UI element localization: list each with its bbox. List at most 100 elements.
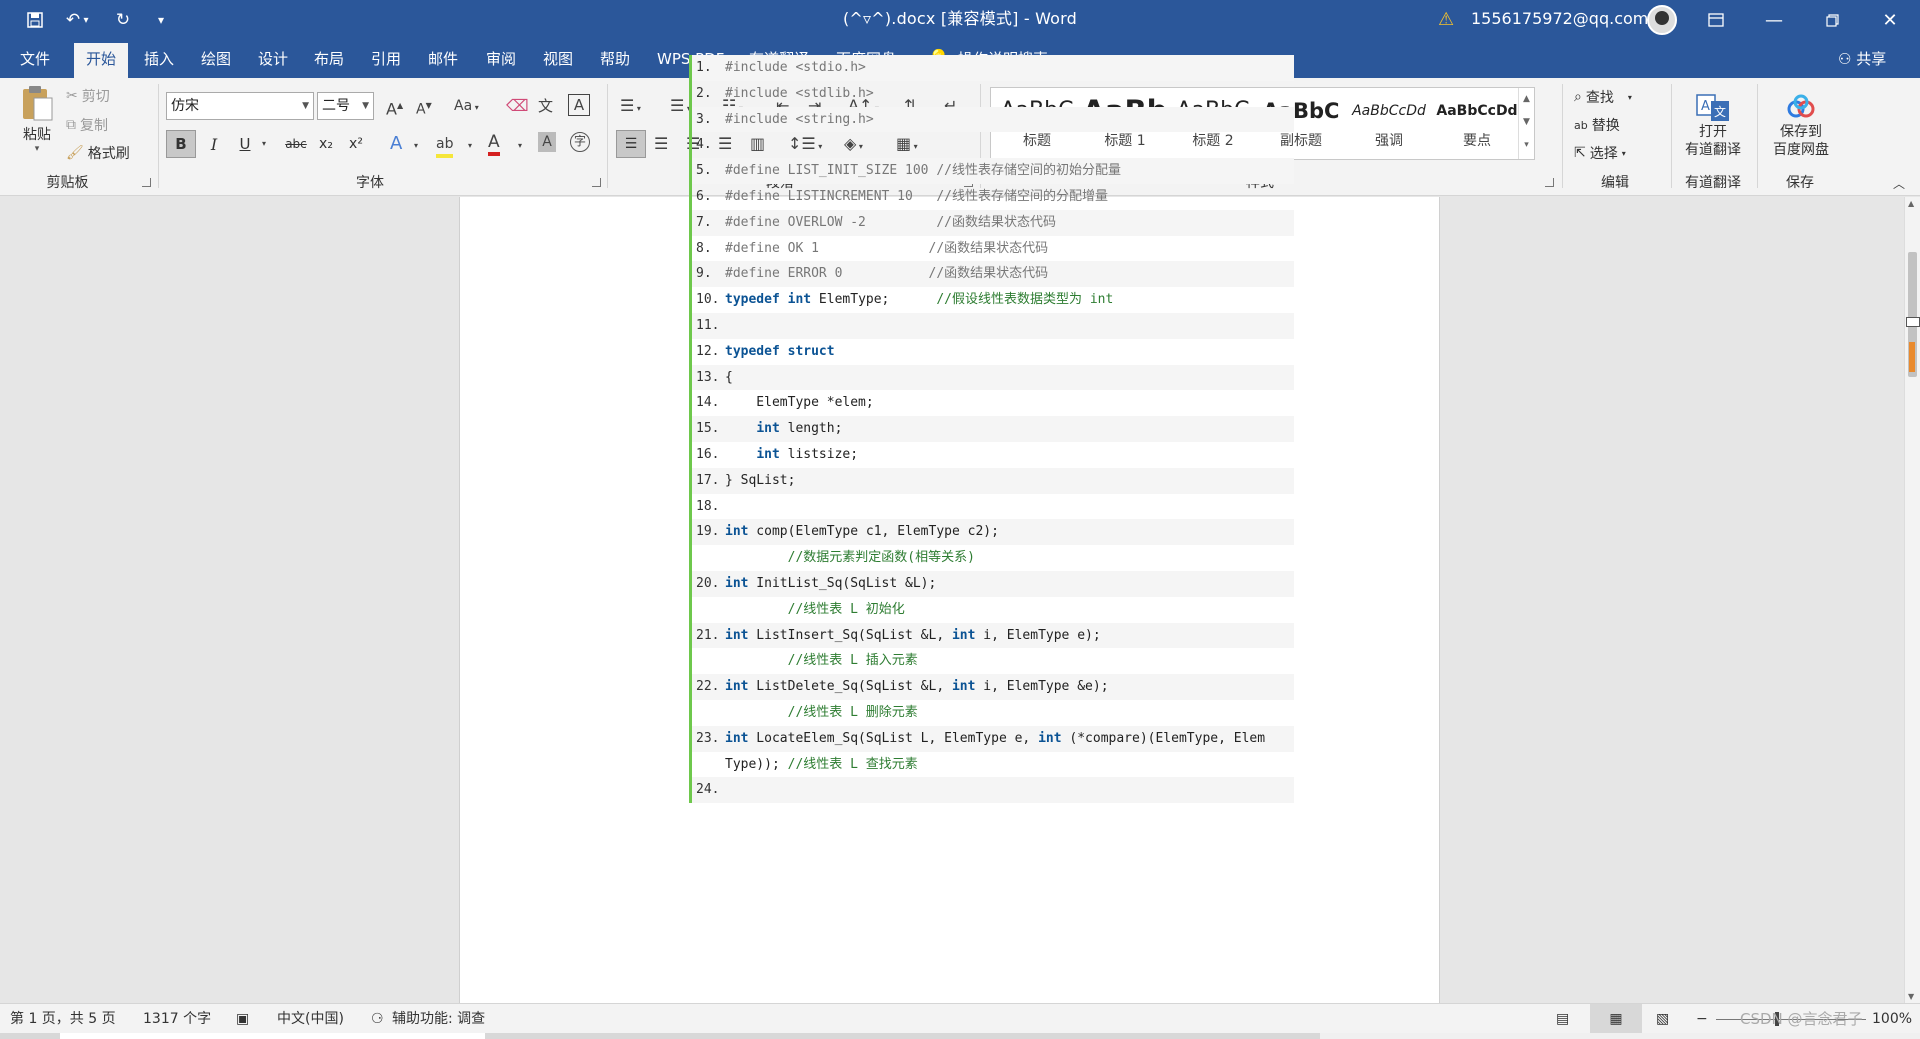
code-line[interactable]: //线性表 L 插入元素 bbox=[689, 648, 1294, 675]
accessibility-status[interactable]: 辅助功能: 调查 bbox=[392, 1004, 485, 1034]
tab-design[interactable]: 设计 bbox=[258, 40, 288, 78]
paste-button[interactable]: 粘贴 ▾ bbox=[14, 84, 60, 154]
web-layout-icon[interactable]: ▧ bbox=[1656, 1004, 1669, 1034]
read-mode-icon[interactable]: ▤ bbox=[1556, 1004, 1569, 1034]
code-line[interactable]: 21. int ListInsert_Sq(SqList &L, int i, E… bbox=[689, 622, 1294, 649]
ribbon-display-icon[interactable] bbox=[1692, 0, 1740, 40]
code-line[interactable]: 19. int comp(ElemType c1, ElemType c2); bbox=[689, 519, 1294, 546]
redo-icon[interactable]: ↻ bbox=[104, 0, 142, 40]
code-line[interactable]: 9. #define ERROR 0 //函数结果状态代码 bbox=[689, 261, 1294, 288]
code-line[interactable]: 6. #define LISTINCREMENT 10 //线性表存储空间的分配增… bbox=[689, 183, 1294, 210]
code-line[interactable]: 22. int ListDelete_Sq(SqList &L, int i, E… bbox=[689, 674, 1294, 700]
shrink-font-icon[interactable]: A▼ bbox=[416, 96, 432, 120]
code-line[interactable]: 7. #define OVERLOW -2 //函数结果状态代码 bbox=[689, 209, 1294, 236]
gallery-scroll[interactable]: ▲ ▼ ▾ bbox=[1518, 88, 1534, 159]
save-to-baidu-button[interactable]: 保存到 百度网盘 bbox=[1766, 84, 1836, 168]
tab-draw[interactable]: 绘图 bbox=[201, 40, 231, 78]
format-painter-button[interactable]: 🖌 格式刷 bbox=[66, 142, 130, 164]
code-line[interactable]: 12. typedef struct bbox=[689, 338, 1294, 365]
warning-icon[interactable]: ⚠ bbox=[1438, 9, 1454, 30]
strikethrough-button[interactable]: abc bbox=[282, 130, 310, 158]
tab-layout[interactable]: 布局 bbox=[314, 40, 344, 78]
print-layout-icon[interactable]: ▦ bbox=[1590, 1004, 1642, 1034]
tab-review[interactable]: 审阅 bbox=[486, 40, 516, 78]
code-line[interactable]: 16. int listsize; bbox=[689, 441, 1294, 468]
select-button[interactable]: ⇱ 选择 ▾ bbox=[1574, 142, 1626, 164]
font-launcher-icon[interactable] bbox=[592, 178, 601, 187]
grow-font-icon[interactable]: A▲ bbox=[386, 96, 403, 119]
code-line[interactable]: 5. #define LIST_INIT_SIZE 100 //线性表存储空间的初… bbox=[689, 158, 1294, 184]
code-line[interactable]: 18. bbox=[689, 493, 1294, 520]
customize-icon[interactable]: ▾ bbox=[142, 0, 180, 40]
code-line[interactable]: 10. typedef int ElemType; //假设线性表数据类型为 in… bbox=[689, 287, 1294, 313]
tab-mailings[interactable]: 邮件 bbox=[428, 40, 458, 78]
font-size-field[interactable]: 二号 ▼ bbox=[317, 92, 374, 120]
enclose-char-icon[interactable]: 字 bbox=[570, 132, 590, 152]
language[interactable]: 中文(中国) bbox=[277, 1004, 344, 1034]
italic-button[interactable]: I bbox=[202, 130, 226, 158]
change-case-button[interactable]: Aa ▾ bbox=[454, 96, 479, 118]
char-border-icon[interactable]: A bbox=[568, 94, 590, 116]
clipboard-launcher-icon[interactable] bbox=[142, 178, 151, 187]
avatar[interactable] bbox=[1647, 5, 1677, 35]
code-line[interactable]: 8. #define OK 1 //函数结果状态代码 bbox=[689, 235, 1294, 262]
zoom-level[interactable]: 100% bbox=[1872, 1004, 1912, 1034]
tab-references[interactable]: 引用 bbox=[371, 40, 401, 78]
subscript-button[interactable]: x₂ bbox=[314, 130, 338, 158]
code-line[interactable]: 24. bbox=[689, 777, 1294, 804]
chevron-down-icon[interactable]: ▾ bbox=[414, 136, 418, 156]
styles-launcher-icon[interactable] bbox=[1545, 178, 1554, 187]
code-line[interactable]: 15. int length; bbox=[689, 416, 1294, 442]
code-line[interactable]: 17.} SqList; bbox=[689, 467, 1294, 494]
code-line[interactable]: 2. #include <stdlib.h> bbox=[689, 80, 1294, 107]
highlight-icon[interactable]: ab bbox=[436, 134, 454, 158]
code-line[interactable]: 11. bbox=[689, 312, 1294, 339]
underline-button[interactable]: U bbox=[232, 130, 258, 158]
zoom-out-icon[interactable]: − bbox=[1696, 1004, 1708, 1034]
page-count[interactable]: 第 1 页，共 5 页 bbox=[10, 1004, 116, 1034]
bullets-icon[interactable]: ☰ ▾ bbox=[620, 96, 641, 119]
phonetic-guide-icon[interactable]: 文 bbox=[538, 96, 553, 116]
chevron-down-icon[interactable]: ▾ bbox=[468, 136, 472, 156]
code-block[interactable]: 1. #include <stdio.h> 2. #include <stdlib.h… bbox=[689, 55, 1294, 804]
superscript-button[interactable]: x² bbox=[344, 130, 368, 158]
close-icon[interactable]: ✕ bbox=[1866, 0, 1914, 40]
code-line[interactable]: 4. bbox=[689, 132, 1294, 159]
numbering-icon[interactable]: ☰ ▾ bbox=[670, 96, 691, 119]
code-line[interactable]: 1. #include <stdio.h> bbox=[689, 55, 1294, 81]
word-count[interactable]: 1317 个字 bbox=[143, 1004, 211, 1034]
replace-button[interactable]: ab 替换 bbox=[1574, 114, 1620, 136]
clear-format-icon[interactable]: ⌫ bbox=[506, 96, 529, 116]
cut-button[interactable]: ✂ 剪切 bbox=[66, 85, 110, 107]
code-line[interactable]: 13. { bbox=[689, 364, 1294, 391]
tab-home[interactable]: 开始 bbox=[74, 43, 129, 78]
chevron-down-icon[interactable]: ▾ bbox=[518, 136, 522, 156]
code-line[interactable]: Type)); //线性表 L 查找元素 bbox=[689, 751, 1294, 778]
open-youdao-button[interactable]: A文 打开 有道翻译 bbox=[1678, 84, 1748, 168]
style-strong[interactable]: AaBbCcDd 要点 bbox=[1433, 92, 1521, 156]
restore-icon[interactable] bbox=[1808, 0, 1856, 40]
tab-insert[interactable]: 插入 bbox=[144, 40, 174, 78]
align-left-icon[interactable]: ☰ bbox=[616, 130, 646, 158]
code-line[interactable]: //线性表 L 删除元素 bbox=[689, 699, 1294, 726]
bold-button[interactable]: B bbox=[166, 130, 196, 158]
char-shading-icon[interactable]: A bbox=[538, 132, 556, 152]
proofing-icon[interactable]: ▣ bbox=[236, 1004, 249, 1034]
tab-view[interactable]: 视图 bbox=[543, 40, 573, 78]
code-line[interactable]: 3. #include <string.h> bbox=[689, 106, 1294, 133]
scroll-up-icon[interactable]: ▲ bbox=[1908, 199, 1914, 208]
tab-file[interactable]: 文件 bbox=[20, 40, 50, 78]
code-line[interactable]: //线性表 L 初始化 bbox=[689, 596, 1294, 623]
vertical-scrollbar[interactable]: ▲ ▼ bbox=[1904, 197, 1920, 1003]
copy-button[interactable]: ⧉ 复制 bbox=[66, 114, 108, 136]
code-line[interactable]: 23. int LocateElem_Sq(SqList L, ElemType … bbox=[689, 725, 1294, 752]
code-line[interactable]: 14. ElemType *elem; bbox=[689, 390, 1294, 417]
undo-dropdown-icon[interactable]: ▾ bbox=[78, 0, 94, 40]
account-name[interactable]: 1556175972@qq.com bbox=[1471, 0, 1648, 40]
text-effects-icon[interactable]: A bbox=[390, 134, 402, 154]
save-icon[interactable] bbox=[16, 0, 54, 40]
font-color-button[interactable]: A bbox=[488, 132, 500, 156]
find-button[interactable]: ⌕ 查找 ▾ bbox=[1574, 86, 1632, 108]
style-emphasis[interactable]: AaBbCcDd 强调 bbox=[1345, 92, 1433, 156]
font-name-field[interactable]: 仿宋 ▼ bbox=[166, 92, 314, 120]
